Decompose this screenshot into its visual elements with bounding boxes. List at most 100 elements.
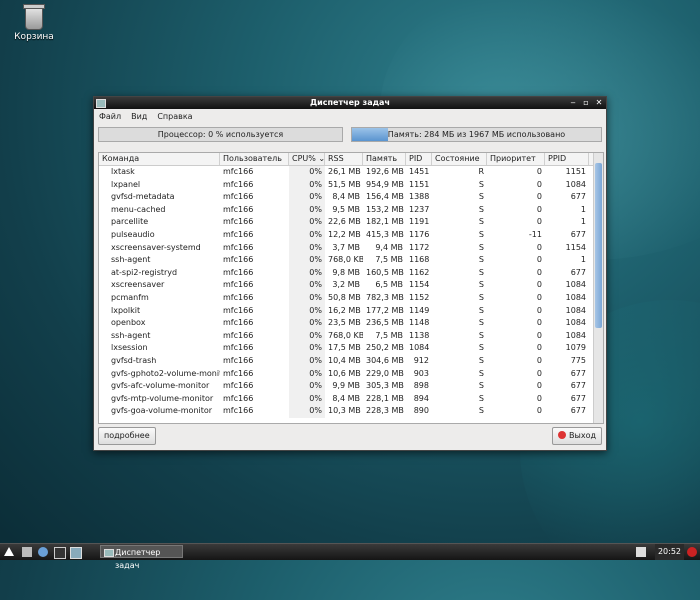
table-cell: 50,8 MB: [328, 292, 361, 302]
col-command[interactable]: Команда: [99, 153, 220, 165]
table-cell: 3,7 MB: [332, 242, 360, 252]
clock: 20:52: [654, 544, 684, 560]
col-rss[interactable]: RSS: [325, 153, 363, 165]
table-cell: -11: [528, 229, 542, 239]
table-cell: 768,0 KB: [328, 255, 363, 265]
terminal-icon[interactable]: [54, 547, 66, 559]
menu-help[interactable]: Справка: [157, 112, 192, 121]
table-row[interactable]: ssh-agent mfc166 0% 768,0 KB 7,5 MB 1138 S 0 108…: [99, 329, 603, 343]
table-cell: mfc166: [223, 229, 254, 239]
table-row[interactable]: gvfs-afc-volume-monitor mfc166 0% 9,9 MB 305…: [99, 380, 603, 393]
table-cell: 677: [570, 368, 586, 378]
table-cell: S: [478, 280, 484, 290]
table-row[interactable]: lxtask mfc166 0% 26,1 MB 192,6 MB 1451 R 0 1151: [99, 166, 603, 179]
title-bar[interactable]: Диспетчер задач ‒ ▫ ✕: [94, 97, 606, 109]
table-cell: pcmanfm: [111, 292, 149, 302]
table-cell: S: [478, 355, 484, 365]
scrollbar-thumb[interactable]: [595, 163, 602, 328]
table-row[interactable]: parcellite mfc166 0% 22,6 MB 182,1 MB 1191 S 0 1: [99, 216, 603, 229]
table-row[interactable]: gvfsd-metadata mfc166 0% 8,4 MB 156,4 MB 1388…: [99, 191, 603, 204]
table-cell: 26,1 MB: [328, 167, 361, 176]
table-cell: 156,4 MB: [366, 192, 404, 202]
table-row[interactable]: ssh-agent mfc166 0% 768,0 KB 7,5 MB 1168 S 0 1: [99, 254, 603, 267]
table-cell: S: [478, 318, 484, 328]
file-manager-icon[interactable]: [22, 547, 32, 557]
exit-button[interactable]: Выход: [552, 427, 602, 445]
col-cpu[interactable]: CPU% ⌄: [289, 153, 325, 165]
desktop-icon[interactable]: [70, 547, 82, 559]
table-cell: 16,2 MB: [328, 305, 361, 315]
table-cell: 0: [536, 179, 542, 189]
table-cell: 192,6 MB: [366, 167, 404, 176]
table-cell: 1149: [409, 305, 430, 315]
table-row[interactable]: xscreensaver-systemd mfc166 0% 3,7 MB 9,4 MB…: [99, 241, 603, 255]
close-icon[interactable]: ✕: [595, 98, 603, 107]
table-row[interactable]: gvfs-mtp-volume-monitor mfc166 0% 8,4 MB 228…: [99, 392, 603, 406]
col-user[interactable]: Пользователь: [220, 153, 289, 165]
table-row[interactable]: pcmanfm mfc166 0% 50,8 MB 782,3 MB 1152 S 0 1084: [99, 291, 603, 305]
table-row[interactable]: xscreensaver mfc166 0% 3,2 MB 6,5 MB 1154 S 0 10…: [99, 279, 603, 292]
trash-icon: [23, 4, 45, 30]
cpu-usage-text: Процессор: 0 % используется: [157, 130, 284, 139]
table-row[interactable]: pulseaudio mfc166 0% 12,2 MB 415,3 MB 1176 S -1…: [99, 228, 603, 242]
cpu-usage-bar: Процессор: 0 % используется: [98, 127, 344, 142]
table-cell: 10,6 MB: [328, 368, 361, 378]
table-row[interactable]: lxpanel mfc166 0% 51,5 MB 954,9 MB 1151 S 0 1084: [99, 178, 603, 192]
table-row[interactable]: gvfs-goa-volume-monitor mfc166 0% 10,3 MB 22…: [99, 405, 603, 418]
col-pid[interactable]: PID: [406, 153, 432, 165]
browser-icon[interactable]: [38, 547, 48, 557]
table-cell: mfc166: [223, 343, 254, 353]
desktop-trash[interactable]: Корзина: [10, 4, 58, 42]
minimize-icon[interactable]: ‒: [569, 98, 577, 107]
table-row[interactable]: openbox mfc166 0% 23,5 MB 236,5 MB 1148 S 0 1084: [99, 317, 603, 330]
table-cell: 1154: [565, 242, 586, 252]
table-cell: 182,1 MB: [366, 217, 404, 227]
table-row[interactable]: lxpolkit mfc166 0% 16,2 MB 177,2 MB 1149 S 0 108…: [99, 304, 603, 318]
table-cell: mfc166: [223, 217, 254, 227]
vertical-scrollbar[interactable]: [593, 153, 603, 423]
details-button[interactable]: подробнее: [98, 427, 156, 445]
table-cell: 0%: [289, 405, 325, 418]
taskbar: Диспетчер задач 20:52: [0, 543, 700, 570]
table-cell: 8,4 MB: [332, 192, 360, 202]
menu-view[interactable]: Вид: [131, 112, 147, 121]
table-cell: 0%: [289, 228, 325, 242]
start-menu-icon[interactable]: [4, 547, 14, 556]
table-cell: 304,6 MB: [366, 355, 404, 365]
table-cell: S: [478, 192, 484, 202]
table-cell: lxpanel: [111, 179, 141, 189]
table-cell: 9,5 MB: [332, 204, 360, 214]
table-row[interactable]: menu-cached mfc166 0% 9,5 MB 153,2 MB 1237 S 0 1: [99, 203, 603, 217]
col-state[interactable]: Состояние: [432, 153, 487, 165]
table-cell: 0%: [289, 329, 325, 343]
table-cell: S: [478, 267, 484, 277]
power-icon[interactable]: [687, 547, 697, 557]
sort-chevron-down-icon: ⌄: [318, 154, 325, 163]
table-cell: 1162: [409, 267, 430, 277]
table-row[interactable]: at-spi2-registryd mfc166 0% 9,8 MB 160,5 MB 1…: [99, 266, 603, 280]
col-priority[interactable]: Приоритет: [487, 153, 545, 165]
col-memory[interactable]: Память: [363, 153, 406, 165]
table-cell: gvfs-gphoto2-volume-monitor: [111, 368, 220, 378]
table-cell: 0: [536, 343, 542, 353]
table-cell: 0%: [289, 354, 325, 368]
table-cell: S: [478, 242, 484, 252]
table-cell: 0%: [289, 203, 325, 217]
table-cell: 0%: [289, 254, 325, 267]
table-row[interactable]: lxsession mfc166 0% 17,5 MB 250,2 MB 1084 S 0 10…: [99, 342, 603, 355]
col-ppid[interactable]: PPID: [545, 153, 589, 165]
memory-usage-bar: Память: 284 МБ из 1967 МБ использовано: [351, 127, 602, 142]
maximize-icon[interactable]: ▫: [582, 98, 590, 107]
taskbar-task-manager[interactable]: Диспетчер задач: [100, 545, 183, 570]
clipboard-icon[interactable]: [636, 547, 646, 557]
table-row[interactable]: gvfsd-trash mfc166 0% 10,4 MB 304,6 MB 912 S 0 7…: [99, 354, 603, 368]
table-cell: 1176: [409, 229, 430, 239]
table-cell: 0: [536, 267, 542, 277]
table-cell: openbox: [111, 318, 146, 328]
table-row[interactable]: gvfs-gphoto2-volume-monitor mfc166 0% 10,6 …: [99, 367, 603, 381]
table-cell: 1154: [409, 280, 430, 290]
menu-file[interactable]: Файл: [99, 112, 121, 121]
table-cell: 0: [536, 292, 542, 302]
table-cell: at-spi2-registryd: [111, 267, 178, 277]
table-cell: gvfs-goa-volume-monitor: [111, 406, 213, 416]
